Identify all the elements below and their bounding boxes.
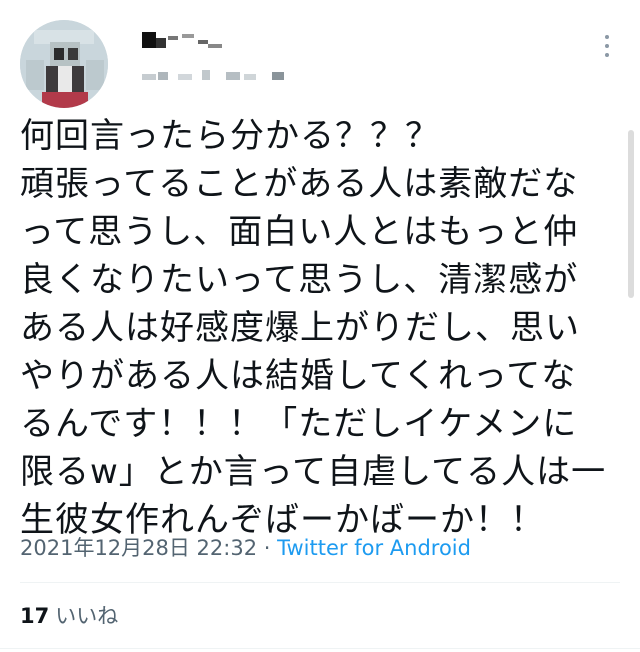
more-vertical-icon[interactable] <box>596 33 618 59</box>
tweet-text: 何回言ったら分かる？？？ 頑張ってることがある人は素敵だなって思うし、面白い人と… <box>20 116 607 540</box>
likes-count: 17 <box>20 604 50 628</box>
tweet: 何回言ったら分かる？？？ 頑張ってることがある人は素敵だなって思うし、面白い人と… <box>0 0 640 652</box>
user-handle-redacted[interactable] <box>142 70 342 84</box>
likes-label: いいね <box>55 604 119 628</box>
likes-stat[interactable]: 17 いいね <box>20 602 118 630</box>
avatar[interactable] <box>20 20 108 108</box>
tweet-timestamp[interactable]: 2021年12月28日 22:32 <box>20 536 257 560</box>
divider <box>20 582 620 583</box>
scrollbar-thumb[interactable] <box>628 130 634 298</box>
tweet-source-link[interactable]: Twitter for Android <box>277 536 471 560</box>
user-display-name-redacted[interactable] <box>142 30 342 50</box>
meta-separator: · <box>263 536 271 560</box>
divider <box>0 648 640 649</box>
tweet-meta: 2021年12月28日 22:32 · Twitter for Android <box>20 534 471 562</box>
